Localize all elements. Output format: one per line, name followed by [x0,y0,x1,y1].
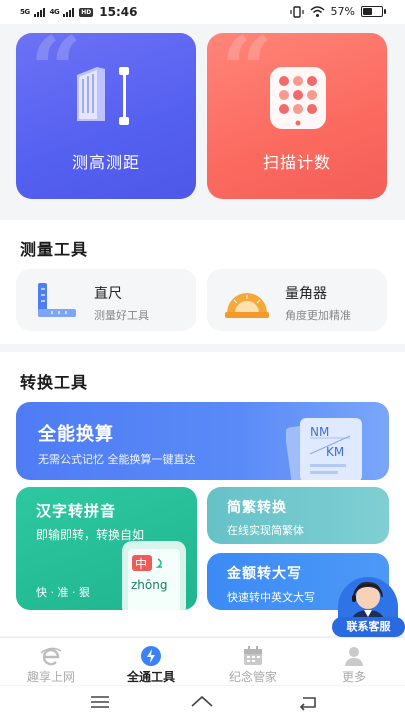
signal-bars-icon [63,7,75,17]
battery-percent: 57% [330,5,355,18]
status-bar: 5G 4G HD 15:46 57% [0,0,405,24]
pinyin-motto: 快 · 准 · 狠 [36,586,90,599]
protractor-icon [225,293,269,318]
traditional-subtitle: 在线实现简繁体 [227,524,304,537]
pinyin-card[interactable]: 汉字转拼音 即输即转，转换自如 快 · 准 · 狠 中 zhōng [16,487,197,610]
battery-icon [361,6,386,17]
scan-count-label: 扫描计数 [262,153,331,172]
hd-badge: HD [79,7,94,17]
person-icon [345,647,363,666]
bottom-tab-bar: 趣享上网 全通工具 纪念管家 更多 [0,637,405,685]
vibrate-icon [289,5,304,18]
measure-section-title: 测量工具 [20,240,89,259]
ruler-subtitle: 测量好工具 [94,309,149,322]
km-label: KM [326,445,344,459]
tab-label: 趣享上网 [26,670,75,684]
calendar-icon [244,646,262,665]
customer-service-button[interactable]: 联系客服 [332,577,405,637]
pinyin-result: zhōng [131,578,167,592]
ruler-tool-card[interactable]: 直尺 测量好工具 [16,269,196,331]
height-distance-card[interactable]: “ 测高测距 [16,33,196,199]
scan-count-icon [270,67,326,129]
nm-label: NM [310,425,329,439]
height-distance-label: 测高测距 [71,153,140,172]
convert-section-title: 转换工具 [20,373,89,392]
ruler-icon [38,283,76,317]
pinyin-char: 中 [135,556,147,571]
tab-browse[interactable]: 趣享上网 [11,638,91,686]
protractor-title: 量角器 [285,286,327,302]
scan-count-card[interactable]: “ 扫描计数 [207,33,387,199]
traditional-convert-card[interactable]: 简繁转换 在线实现简繁体 [207,487,389,544]
signal-bars-icon [33,7,45,17]
customer-service-label: 联系客服 [332,617,405,637]
protractor-tool-card[interactable]: 量角器 角度更加精准 [207,269,387,331]
tab-label: 纪念管家 [228,670,277,684]
protractor-subtitle: 角度更加精准 [285,309,351,322]
ruler-title: 直尺 [94,286,122,302]
tab-more[interactable]: 更多 [314,638,394,686]
amount-subtitle: 快速转中英文大写 [227,591,315,604]
tab-memorial[interactable]: 纪念管家 [213,638,293,686]
height-measure-icon [77,67,129,125]
unit-convert-icon: NM KM [286,418,362,480]
signal-4g-icon: 4G [49,8,60,16]
pinyin-title: 汉字转拼音 [36,502,117,520]
traditional-title: 简繁转换 [227,500,287,516]
all-convert-title: 全能换算 [38,424,114,445]
tools-icon [141,646,161,666]
tab-tools[interactable]: 全通工具 [111,638,191,686]
all-convert-card[interactable]: 全能换算 无需公式记忆 全能换算一键直达 NM KM [16,402,389,480]
pinyin-phone-icon: 中 zhōng [122,541,186,610]
all-convert-subtitle: 无需公式记忆 全能换算一键直达 [38,453,196,466]
tab-label: 更多 [341,670,366,684]
wifi-icon [310,6,325,17]
signal-5g-icon: 5G [20,8,30,16]
status-time: 15:46 [99,5,138,19]
browser-icon [40,647,62,666]
back-icon[interactable] [296,692,320,712]
menu-icon[interactable] [88,692,112,712]
tab-label: 全通工具 [126,670,175,684]
system-nav-bar [0,686,405,720]
amount-title: 金额转大写 [227,566,302,582]
home-icon[interactable] [190,692,214,712]
